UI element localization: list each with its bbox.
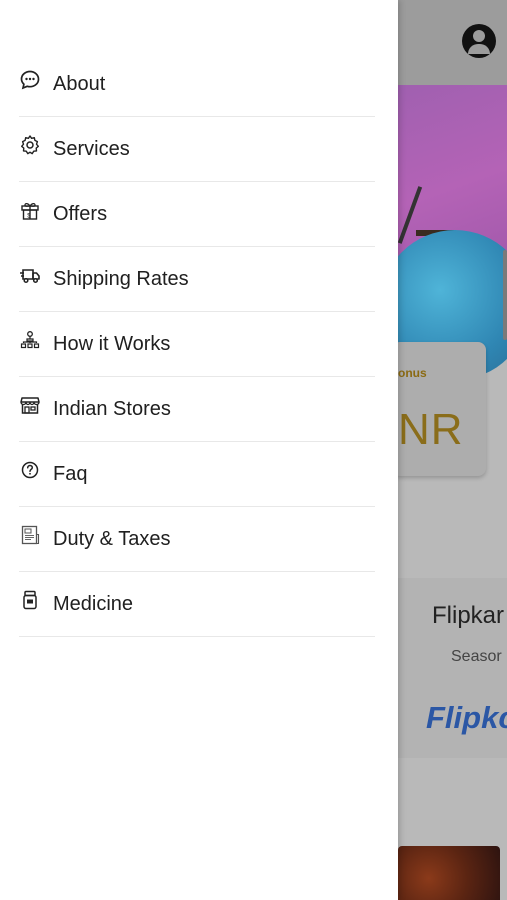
menu-item-label: Indian Stores bbox=[53, 398, 171, 420]
menu-item-label: How it Works bbox=[53, 333, 171, 355]
medicine-bottle-icon bbox=[19, 589, 41, 611]
menu-item-label: About bbox=[53, 73, 106, 95]
account-icon[interactable] bbox=[462, 24, 496, 58]
menu-item-label: Duty & Taxes bbox=[53, 528, 171, 550]
menu-item-label: Medicine bbox=[53, 593, 134, 615]
question-circle-icon bbox=[19, 459, 41, 481]
menu-item-offers[interactable]: $ Offers bbox=[19, 182, 375, 247]
gift-icon: $ bbox=[19, 199, 41, 221]
navigation-drawer: About Services $ Offers Shipping Rates H… bbox=[0, 0, 398, 900]
menu-item-label: Offers bbox=[53, 203, 108, 225]
store-title: Flipkar bbox=[432, 602, 505, 629]
delivery-truck-icon bbox=[19, 264, 41, 286]
bonus-value: NR bbox=[398, 405, 464, 454]
menu-item-duty-taxes[interactable]: Duty & Taxes bbox=[19, 507, 375, 572]
menu-item-shipping-rates[interactable]: Shipping Rates bbox=[19, 247, 375, 312]
store-logo: Flipkc bbox=[426, 700, 507, 735]
tax-document-icon bbox=[19, 524, 41, 546]
menu-item-medicine[interactable]: Medicine bbox=[19, 572, 375, 637]
drawer-menu: About Services $ Offers Shipping Rates H… bbox=[19, 52, 375, 637]
hierarchy-icon bbox=[19, 329, 41, 351]
menu-item-label: Shipping Rates bbox=[53, 268, 189, 290]
menu-item-faq[interactable]: Faq bbox=[19, 442, 375, 507]
menu-item-label: Services bbox=[53, 138, 130, 160]
chat-bubble-icon bbox=[19, 69, 41, 91]
menu-item-about[interactable]: About bbox=[19, 52, 375, 117]
scrollbar-thumb[interactable] bbox=[503, 250, 507, 340]
storefront-icon bbox=[19, 394, 41, 416]
gear-icon bbox=[19, 134, 41, 156]
store-subtitle: Seasor bbox=[451, 648, 502, 665]
bonus-label: onus bbox=[398, 366, 427, 380]
menu-item-how-it-works[interactable]: How it Works bbox=[19, 312, 375, 377]
menu-item-label: Faq bbox=[53, 463, 88, 485]
menu-item-indian-stores[interactable]: Indian Stores bbox=[19, 377, 375, 442]
thumbnail-image[interactable] bbox=[398, 846, 500, 900]
menu-item-services[interactable]: Services bbox=[19, 117, 375, 182]
